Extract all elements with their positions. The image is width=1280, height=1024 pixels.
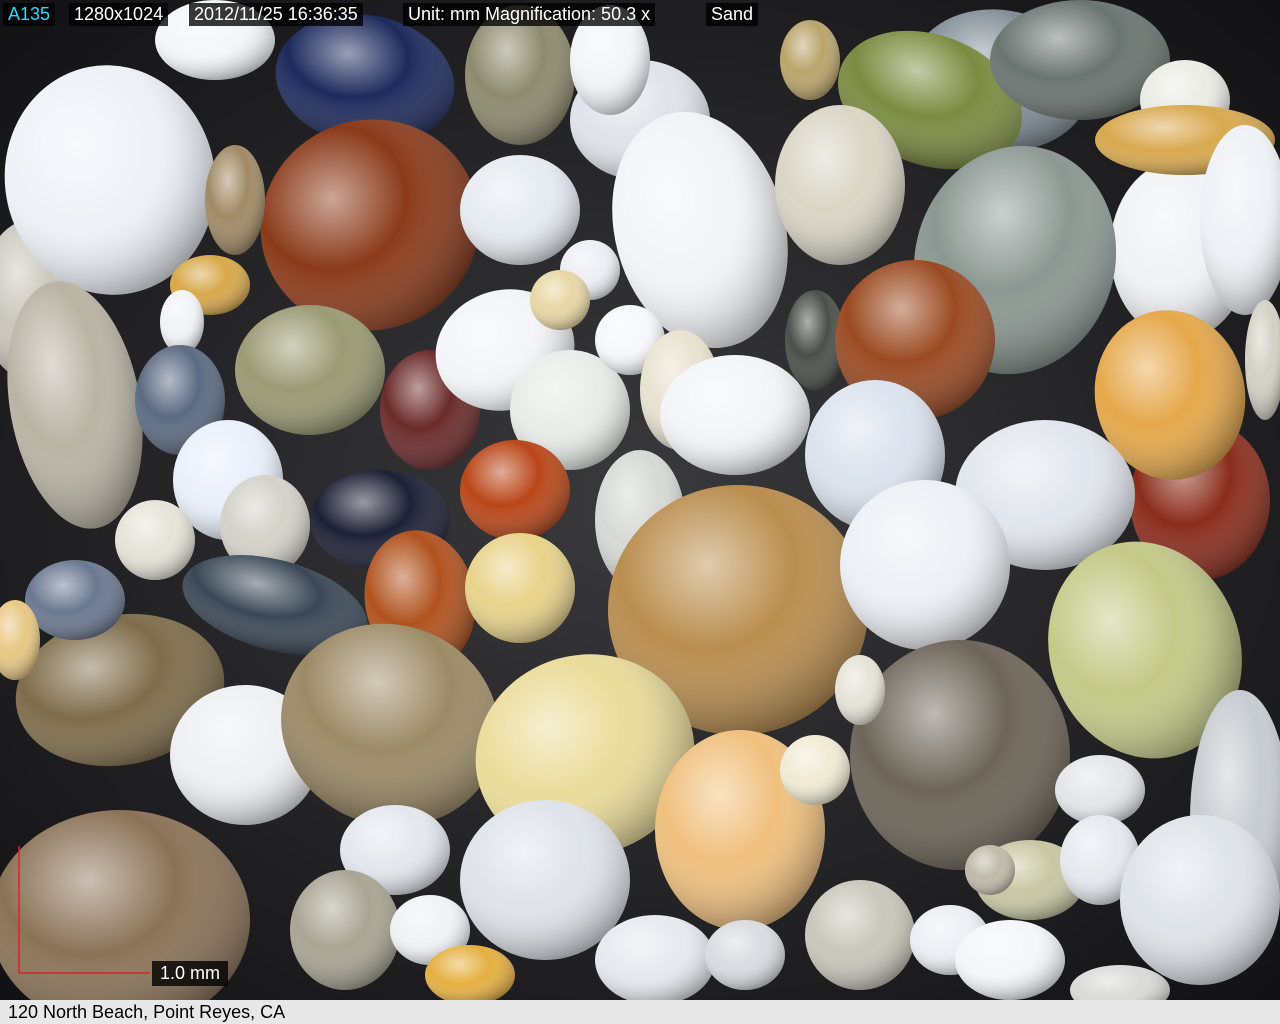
sand-grain: [460, 440, 570, 540]
sand-grain: [780, 735, 850, 805]
sand-grain: [460, 155, 580, 265]
sand-grain: [805, 880, 915, 990]
sand-grain: [465, 533, 575, 643]
sand-grain: [290, 870, 400, 990]
sand-grain: [965, 845, 1015, 895]
sand-grain: [705, 920, 785, 990]
sand-grain: [160, 290, 204, 354]
sand-grain: [840, 480, 1010, 650]
sand-grain: [775, 105, 905, 265]
material-label: Sand: [706, 3, 759, 26]
sand-grain: [115, 500, 195, 580]
sand-grain: [835, 655, 885, 725]
image-id-label: A135: [3, 3, 56, 26]
sand-grains-micrograph: [0, 0, 1280, 1000]
sand-grain: [955, 920, 1065, 1000]
sand-grain: [1055, 755, 1145, 825]
micrograph-viewport: 1.0 mm A135 1280x1024 2012/11/25 16:36:3…: [0, 0, 1280, 1000]
sand-grain: [660, 355, 810, 475]
resolution-label: 1280x1024: [69, 3, 169, 26]
sand-grain: [235, 305, 385, 435]
sand-grain: [530, 270, 590, 330]
sand-grain: [780, 20, 840, 100]
sand-grain: [1120, 815, 1280, 985]
sample-location-caption: 120 North Beach, Point Reyes, CA: [0, 1000, 1280, 1024]
sand-grain: [25, 560, 125, 640]
datetime-label: 2012/11/25 16:36:35: [189, 3, 363, 26]
sand-grain: [205, 145, 265, 255]
scale-bar-label: 1.0 mm: [152, 961, 229, 986]
sand-grain: [850, 640, 1070, 870]
unit-magnification-label: Unit: mm Magnification: 50.3 x: [403, 3, 656, 26]
sand-grain: [465, 5, 575, 145]
